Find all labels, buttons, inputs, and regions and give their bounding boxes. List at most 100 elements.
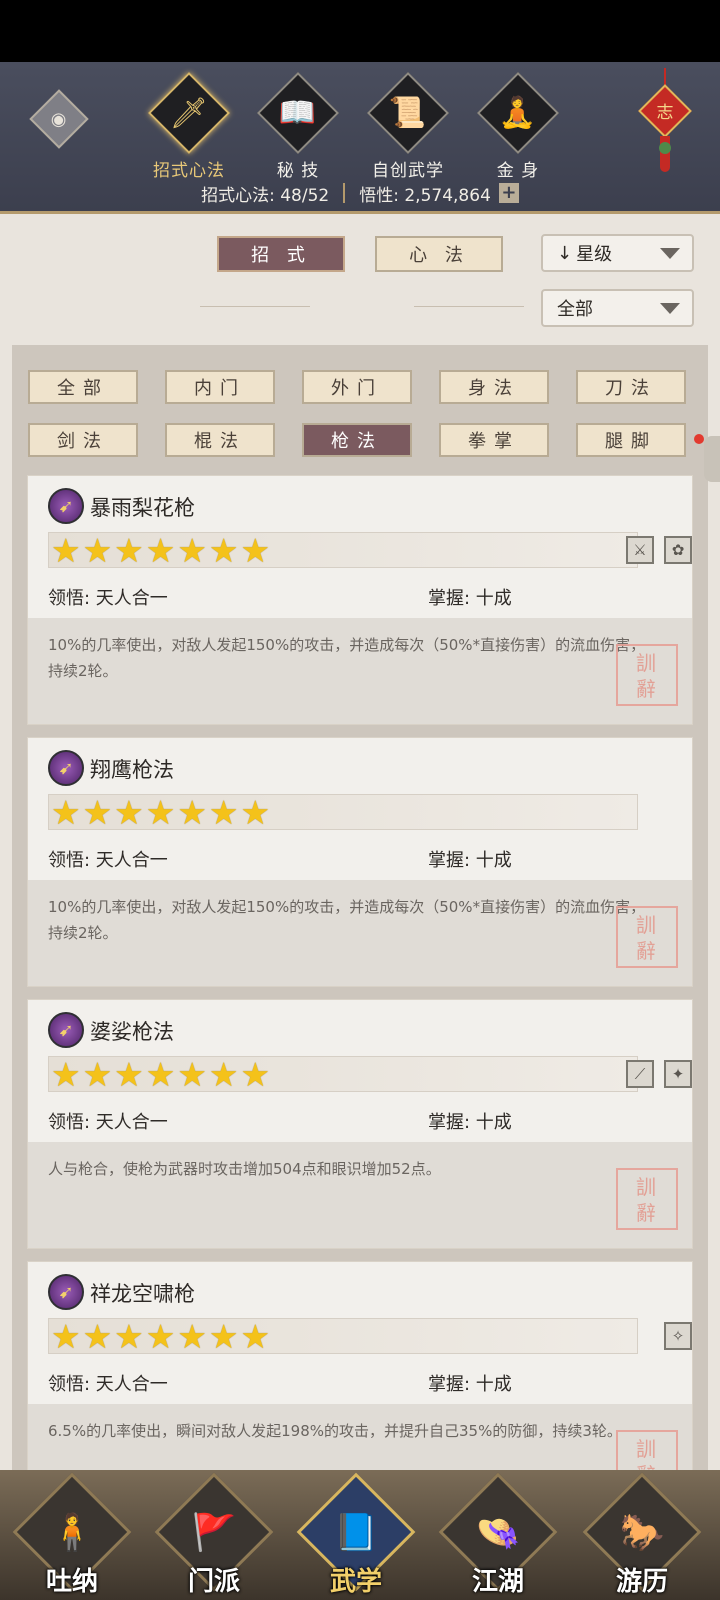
sort-value: 星级 (576, 244, 613, 265)
skill-card[interactable]: ➹ 祥龙空啸枪 ★★★★★★★ ✧ 领悟: 天人合一 掌握: 十成 6.5%的几… (27, 1261, 693, 1470)
divider (343, 183, 346, 203)
segment-mental[interactable]: 心 法 (375, 236, 503, 272)
add-insight-button[interactable]: + (498, 183, 519, 203)
comprehension: 领悟: 天人合一 (48, 588, 168, 609)
figure-icon: 🧍 (49, 1511, 95, 1553)
skill-card[interactable]: ➹ 婆娑枪法 ★★★★★★★ ⟋ ✦ 领悟: 天人合一 掌握: 十成 人与枪合，… (27, 999, 693, 1249)
nav-label: 游历 (615, 1567, 668, 1597)
seal-stamp-icon: 訓辭 (616, 1430, 678, 1470)
nav-label: 江湖 (471, 1567, 524, 1597)
spear-icon: ⟋ (626, 1060, 654, 1088)
category-spear[interactable]: 枪法 (302, 423, 412, 457)
nav-martial-arts[interactable]: 📘 武学 (296, 1472, 416, 1597)
category-all[interactable]: 全部 (28, 370, 138, 404)
comprehension: 领悟: 天人合一 (48, 1112, 168, 1133)
eye-icon: ◉ (51, 108, 67, 130)
seal-stamp-icon: 訓辭 (616, 644, 678, 706)
skill-name: 婆娑枪法 (90, 1020, 174, 1044)
category-fist[interactable]: 拳掌 (439, 423, 549, 457)
spear-icon: ➹ (48, 1274, 84, 1310)
divider (414, 306, 524, 307)
filter-value: 全部 (557, 299, 593, 320)
star-rating: ★★★★★★★ (48, 531, 638, 570)
scroll-icon: 📜 (389, 95, 427, 131)
category-leg[interactable]: 腿脚 (576, 423, 686, 457)
comprehension: 领悟: 天人合一 (48, 850, 168, 871)
knot-char: 志 (656, 103, 674, 123)
nav-jianghu[interactable]: 👒 江湖 (438, 1472, 558, 1597)
technique-count: 招式心法: 48/52 (201, 185, 330, 206)
notification-dot (694, 434, 704, 444)
skill-name: 翔鹰枪法 (90, 758, 174, 782)
seal-stamp-icon: 訓辭 (616, 906, 678, 968)
nav-label: 吐纳 (45, 1567, 98, 1597)
mastery: 掌握: 十成 (428, 1374, 512, 1395)
flower-icon: ✿ (664, 536, 692, 564)
skill-description: 10%的几率使出，对敌人发起150%的攻击，并造成每次（50%*直接伤害）的流血… (28, 618, 692, 724)
insight-value: 悟性: 2,574,864 (359, 185, 491, 206)
chevron-down-icon (660, 303, 680, 314)
category-sword[interactable]: 剑法 (28, 423, 138, 457)
skill-card[interactable]: ➹ 翔鹰枪法 ★★★★★★★ 领悟: 天人合一 掌握: 十成 10%的几率使出，… (27, 737, 693, 987)
dragon-icon: ✧ (664, 1322, 692, 1350)
tab-techniques[interactable]: 🗡 招式心法 (139, 71, 239, 181)
skill-description: 6.5%的几率使出，瞬间对敌人发起198%的攻击，并提升自己35%的防御，持续3… (28, 1404, 692, 1470)
sort-dropdown[interactable]: ↓ 星级 (541, 234, 694, 272)
spear-icon: ➹ (48, 488, 84, 524)
nav-sect[interactable]: 🚩 门派 (154, 1472, 274, 1597)
manual-icon: 📘 (333, 1511, 379, 1553)
category-inner[interactable]: 内门 (165, 370, 275, 404)
stars: ★★★★★★★ (51, 1317, 273, 1356)
segment-moves[interactable]: 招 式 (217, 236, 345, 272)
tab-custom-martial[interactable]: 📜 自创武学 (358, 71, 458, 181)
horse-icon: 🐎 (619, 1511, 665, 1553)
ambition-knot-button[interactable]: 志 (638, 68, 692, 176)
skill-card[interactable]: ➹ 暴雨梨花枪 ★★★★★★★ ⚔ ✿ 领悟: 天人合一 掌握: 十成 10%的… (27, 475, 693, 725)
blade-cross-icon: ⚔ (626, 536, 654, 564)
category-staff[interactable]: 棍法 (165, 423, 275, 457)
star-rating: ★★★★★★★ (48, 1055, 638, 1094)
meditation-icon: 🧘 (499, 95, 537, 131)
category-outer[interactable]: 外门 (302, 370, 412, 404)
mastery: 掌握: 十成 (428, 588, 512, 609)
bird-icon: ✦ (664, 1060, 692, 1088)
straw-hat-icon: 👒 (475, 1511, 521, 1553)
sort-arrow-icon: ↓ (557, 242, 573, 264)
banner-icon: 🚩 (191, 1511, 237, 1553)
skill-description: 10%的几率使出，对敌人发起150%的攻击，并造成每次（50%*直接伤害）的流血… (28, 880, 692, 986)
skill-name: 祥龙空啸枪 (90, 1282, 195, 1306)
status-bar (0, 0, 720, 62)
mastery: 掌握: 十成 (428, 850, 512, 871)
nav-label: 门派 (187, 1567, 240, 1597)
stars: ★★★★★★★ (51, 1055, 273, 1094)
chevron-down-icon (660, 248, 680, 259)
header: ◉ 🗡 招式心法 📖 秘 技 📜 自创武学 🧘 金 身 志 招式心法: 48/5… (0, 62, 720, 214)
category-blade[interactable]: 刀法 (576, 370, 686, 404)
sword-icon: 🗡 (169, 95, 209, 131)
mastery: 掌握: 十成 (428, 1112, 512, 1133)
spear-icon: ➹ (48, 1012, 84, 1048)
seal-stamp-icon: 訓辭 (616, 1168, 678, 1230)
divider (200, 306, 310, 307)
skill-panel: 全部 内门 外门 身法 刀法 剑法 棍法 枪法 拳掌 腿脚 ➹ 暴雨梨花枪 ★★… (12, 345, 708, 1470)
skill-description: 人与枪合，使枪为武器时攻击增加504点和眼识增加52点。 (28, 1142, 692, 1248)
view-toggle-button[interactable]: ◉ (29, 89, 89, 149)
stars: ★★★★★★★ (51, 531, 273, 570)
stars: ★★★★★★★ (51, 793, 273, 832)
bottom-nav: 🧍 吐纳 🚩 门派 📘 武学 👒 江湖 🐎 游历 (0, 1470, 720, 1600)
nav-travel[interactable]: 🐎 游历 (582, 1472, 702, 1597)
tab-secret-skills[interactable]: 📖 秘 技 (248, 71, 348, 181)
comprehension: 领悟: 天人合一 (48, 1374, 168, 1395)
nav-breathing[interactable]: 🧍 吐纳 (12, 1472, 132, 1597)
spear-icon: ➹ (48, 750, 84, 786)
side-drawer-handle[interactable] (704, 436, 720, 482)
stats-bar: 招式心法: 48/52 悟性: 2,574,864 + (0, 178, 720, 208)
category-movement[interactable]: 身法 (439, 370, 549, 404)
skill-name: 暴雨梨花枪 (90, 496, 195, 520)
nav-label: 武学 (329, 1567, 382, 1597)
tab-golden-body[interactable]: 🧘 金 身 (468, 71, 568, 181)
filter-dropdown[interactable]: 全部 (541, 289, 694, 327)
star-rating: ★★★★★★★ (48, 1317, 638, 1356)
book-icon: 📖 (279, 95, 317, 131)
star-rating: ★★★★★★★ (48, 793, 638, 832)
